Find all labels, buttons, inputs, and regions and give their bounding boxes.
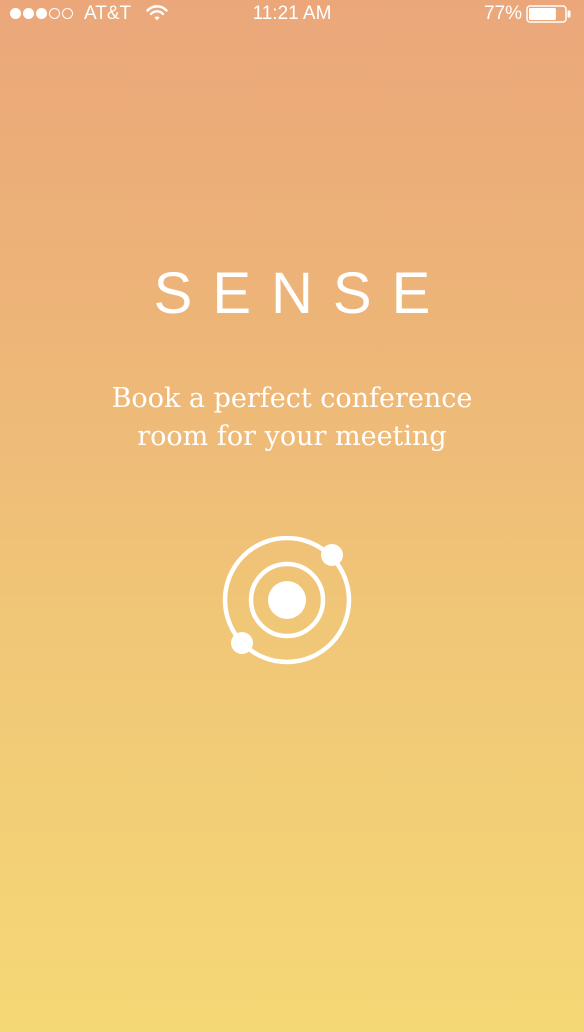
app-title: SENSE bbox=[153, 261, 451, 326]
battery-percentage: 77% bbox=[483, 3, 522, 24]
orbit-icon bbox=[220, 535, 356, 673]
status-bar: AT&T 11:21 AM 77% bbox=[0, 0, 584, 28]
tagline-line: Book a perfect conference bbox=[111, 383, 473, 414]
tagline-line: room for your meeting bbox=[137, 421, 447, 452]
tagline: Book a perfect conference room for your … bbox=[0, 380, 584, 456]
battery-icon bbox=[526, 5, 572, 29]
